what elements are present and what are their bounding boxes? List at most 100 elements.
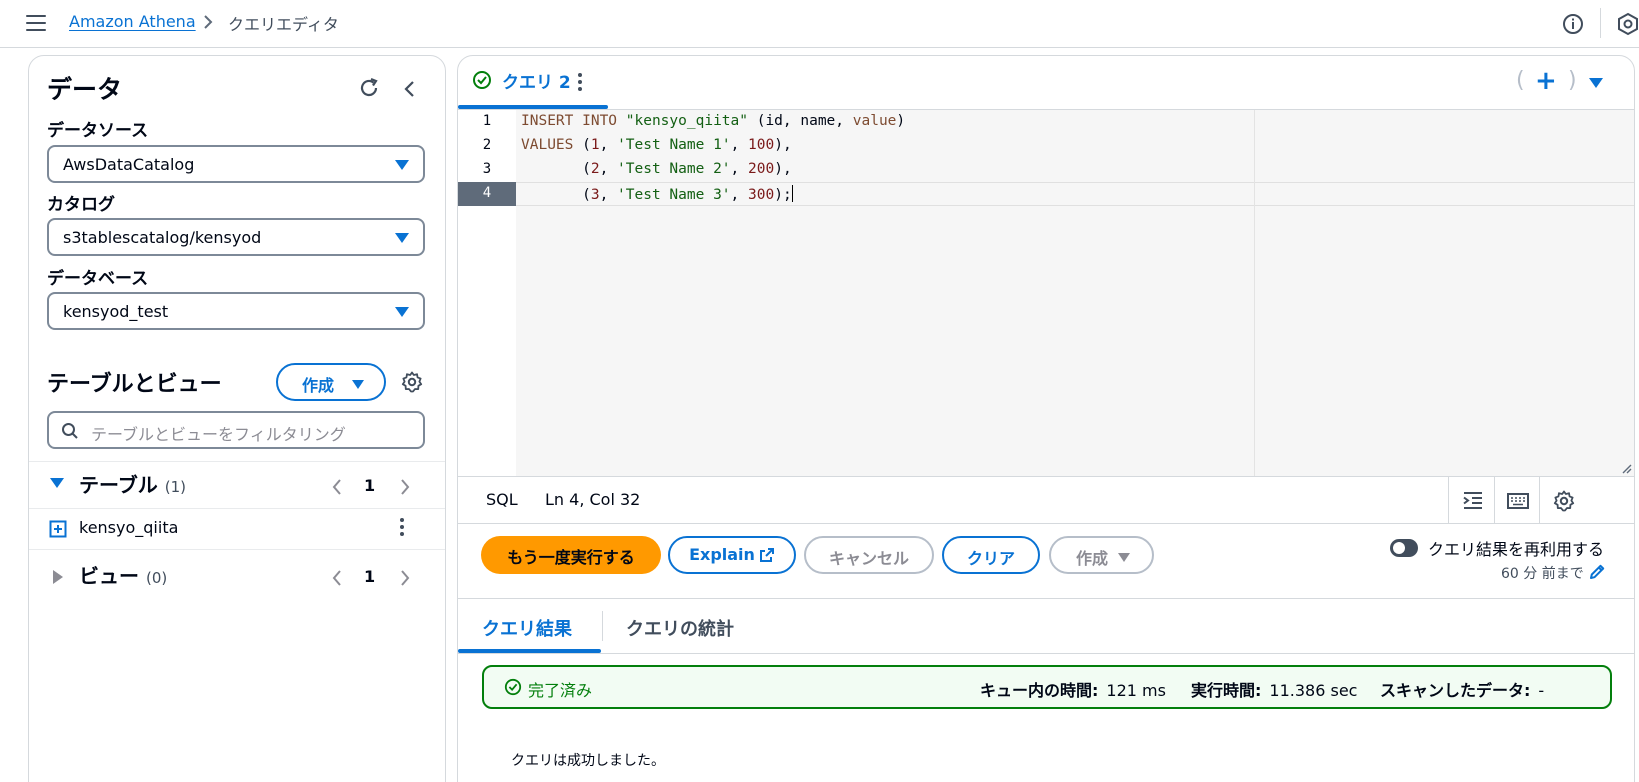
divider [29, 461, 445, 462]
divider [1494, 477, 1495, 523]
tab-query-stats[interactable]: クエリの統計 [626, 615, 734, 641]
data-source-value: AwsDataCatalog [63, 155, 195, 174]
tab-scroll-left[interactable]: ( [1516, 68, 1525, 93]
info-icon[interactable] [1562, 13, 1584, 35]
views-count: (0) [145, 569, 168, 587]
query-editor-panel: クエリ 2 ( + ) 1 2 3 4 INSERT INTO "kensyo_… [457, 55, 1635, 782]
indent-icon[interactable] [1461, 489, 1485, 513]
menu-icon[interactable] [26, 15, 46, 31]
divider [602, 611, 603, 641]
pencil-icon[interactable] [1588, 563, 1606, 581]
code-line-3: (2, 'Test Name 2', 200), [521, 161, 792, 177]
status-banner: 完了済み キュー内の時間: 121 ms 実行時間: 11.386 sec スキャン… [482, 665, 1612, 709]
refresh-icon[interactable] [357, 76, 381, 100]
tab-query-results[interactable]: クエリ結果 [482, 615, 572, 641]
gear-icon[interactable] [400, 370, 424, 394]
reuse-results-toggle[interactable] [1390, 539, 1418, 557]
explain-label: Explain [689, 545, 755, 564]
code-line-4: (3, 'Test Name 3', 300); [521, 185, 793, 203]
database-label: データベース [47, 269, 149, 289]
data-panel: データ データソース AwsDataCatalog カタログ s3tablesc… [28, 55, 446, 782]
settings-hex-icon[interactable] [1616, 12, 1639, 36]
sql-editor[interactable]: 1 2 3 4 INSERT INTO "kensyo_qiita" (id, … [458, 110, 1634, 476]
top-navigation: Amazon Athena クエリエディタ [0, 0, 1639, 48]
external-link-icon [759, 548, 774, 562]
line-number: 2 [482, 137, 492, 153]
tab-menu-caret-icon[interactable] [1589, 78, 1603, 88]
views-section-toggle[interactable]: ビュー (0) [79, 560, 167, 589]
text-cursor [791, 185, 793, 202]
results-tabs: クエリ結果 クエリの統計 [458, 598, 1634, 654]
gear-icon[interactable] [1552, 489, 1576, 513]
tab-actions-icon[interactable] [578, 73, 582, 94]
caret-right-icon[interactable] [53, 570, 63, 584]
cancel-button[interactable]: キャンセル [804, 536, 934, 574]
create-table-button[interactable]: 作成 [276, 363, 386, 401]
reuse-results-duration: 60 分 前まで [1501, 566, 1584, 582]
table-filter-input[interactable]: テーブルとビューをフィルタリング [47, 411, 425, 449]
catalog-label: カタログ [47, 195, 115, 215]
tab-query-label: クエリ 2 [502, 73, 571, 93]
code-line-2: VALUES (1, 'Test Name 1', 100), [521, 137, 792, 153]
language-indicator: SQL [486, 490, 518, 509]
result-message: クエリは成功しました。 [511, 753, 665, 769]
caret-down-icon [395, 233, 409, 243]
line-number: 1 [482, 113, 492, 129]
expand-table-icon[interactable] [49, 520, 67, 538]
catalog-value: s3tablescatalog/kensyod [63, 228, 262, 247]
keyboard-icon[interactable] [1506, 489, 1530, 513]
create-button[interactable]: 作成 [1049, 536, 1154, 574]
cursor-position: Ln 4, Col 32 [545, 490, 641, 509]
tables-views-title: テーブルとビュー [47, 372, 222, 397]
line-number-active: 4 [458, 182, 516, 206]
tables-section-title: テーブル [79, 473, 158, 497]
table-item-kensyo-qiita[interactable]: kensyo_qiita [79, 518, 178, 537]
views-pagination: 1 [329, 566, 419, 590]
breadcrumb-current: クエリエディタ [228, 15, 339, 34]
database-value: kensyod_test [63, 302, 169, 321]
active-tab-indicator [458, 649, 601, 653]
data-source-select[interactable]: AwsDataCatalog [47, 145, 425, 183]
database-select[interactable]: kensyod_test [47, 292, 425, 330]
resize-handle-icon[interactable] [1620, 462, 1632, 474]
tab-query-2[interactable]: クエリ 2 [472, 68, 571, 96]
run-time: 実行時間: 11.386 sec [1191, 681, 1358, 700]
divider [1448, 477, 1449, 523]
code-line-1: INSERT INTO "kensyo_qiita" (id, name, va… [521, 113, 906, 129]
queue-time: キュー内の時間: 121 ms [980, 681, 1166, 700]
reuse-results-label: クエリ結果を再利用する [1428, 540, 1605, 559]
breadcrumb-athena-link[interactable]: Amazon Athena [69, 12, 196, 31]
editor-status-bar: SQL Ln 4, Col 32 [458, 476, 1634, 524]
table-actions-icon[interactable] [399, 518, 405, 540]
data-panel-title: データ [47, 75, 123, 104]
divider [1539, 477, 1540, 523]
filter-placeholder: テーブルとビューをフィルタリング [91, 425, 346, 444]
chevron-left-icon[interactable] [401, 78, 419, 100]
views-section-title: ビュー [79, 564, 139, 588]
line-gutter: 1 2 3 4 [458, 110, 516, 476]
add-tab-button[interactable]: + [1535, 66, 1557, 96]
tables-pagination: 1 [329, 475, 419, 499]
tables-section-toggle[interactable]: テーブル (1) [79, 469, 186, 498]
line-number: 3 [482, 161, 492, 177]
views-page-number[interactable]: 1 [364, 567, 375, 586]
explain-button[interactable]: Explain [668, 536, 796, 574]
tables-page-number[interactable]: 1 [364, 476, 375, 495]
caret-down-icon [1118, 553, 1130, 562]
chevron-right-icon[interactable] [399, 477, 411, 497]
tab-scroll-right[interactable]: ) [1568, 68, 1577, 93]
chevron-right-icon[interactable] [399, 568, 411, 588]
chevron-left-icon[interactable] [331, 477, 343, 497]
rerun-button[interactable]: もう一度実行する [481, 536, 661, 574]
data-source-label: データソース [47, 121, 149, 141]
create-button-label: 作成 [1076, 549, 1109, 568]
clear-button[interactable]: クリア [942, 536, 1040, 574]
caret-down-icon[interactable] [50, 478, 64, 488]
catalog-select[interactable]: s3tablescatalog/kensyod [47, 218, 425, 256]
chevron-left-icon[interactable] [331, 568, 343, 588]
caret-down-icon [395, 307, 409, 317]
data-scanned: スキャンしたデータ: - [1380, 681, 1545, 700]
divider [29, 508, 445, 509]
caret-down-icon [352, 380, 364, 389]
query-tabs: クエリ 2 ( + ) [458, 56, 1634, 110]
